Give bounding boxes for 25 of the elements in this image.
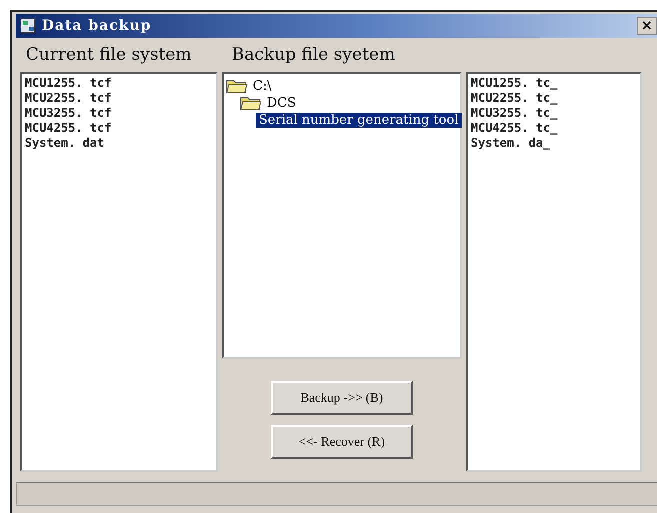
file-item[interactable]: MCU1255. tcf — [25, 76, 213, 91]
file-list[interactable]: MCU1255. tcf MCU2255. tcf MCU3255. tcf MCU4255. tcf System. dat — [20, 72, 218, 472]
file-item[interactable]: MCU2255. tc_ — [471, 91, 637, 106]
folder-icon — [240, 95, 262, 111]
file-item[interactable]: MCU3255. tcf — [25, 106, 213, 121]
file-item[interactable]: System. dat — [25, 136, 213, 151]
backup-button[interactable]: Backup ->> (B) — [271, 381, 413, 415]
file-item[interactable]: MCU3255. tc_ — [471, 106, 637, 121]
file-item[interactable]: System. da_ — [471, 136, 637, 151]
file-item[interactable]: MCU4255. tcf — [25, 121, 213, 136]
folder-tree[interactable]: C:\ DCS Serial number generating tool — [222, 72, 462, 359]
folder-icon — [226, 78, 248, 94]
file-item[interactable]: MCU2255. tcf — [25, 91, 213, 106]
folder-item[interactable]: C:\ — [250, 78, 275, 94]
window-title: Data backup — [42, 18, 152, 34]
file-list[interactable]: MCU1255. tc_ MCU2255. tc_ MCU3255. tc_ MCU4255. tc_ System. da_ — [466, 72, 642, 472]
file-item[interactable]: MCU1255. tc_ — [471, 76, 637, 91]
panel-label: Backup file syetem — [231, 45, 396, 65]
app-icon — [20, 18, 36, 34]
folder-item[interactable]: DCS — [264, 96, 300, 110]
file-item[interactable]: MCU4255. tc_ — [471, 121, 637, 136]
close-button[interactable]: × — [637, 17, 657, 35]
recover-button[interactable]: <<- Recover (R) — [271, 425, 413, 459]
folder-item[interactable]: Serial number generating tool — [256, 112, 462, 128]
panel-label: Current file system — [25, 45, 193, 65]
